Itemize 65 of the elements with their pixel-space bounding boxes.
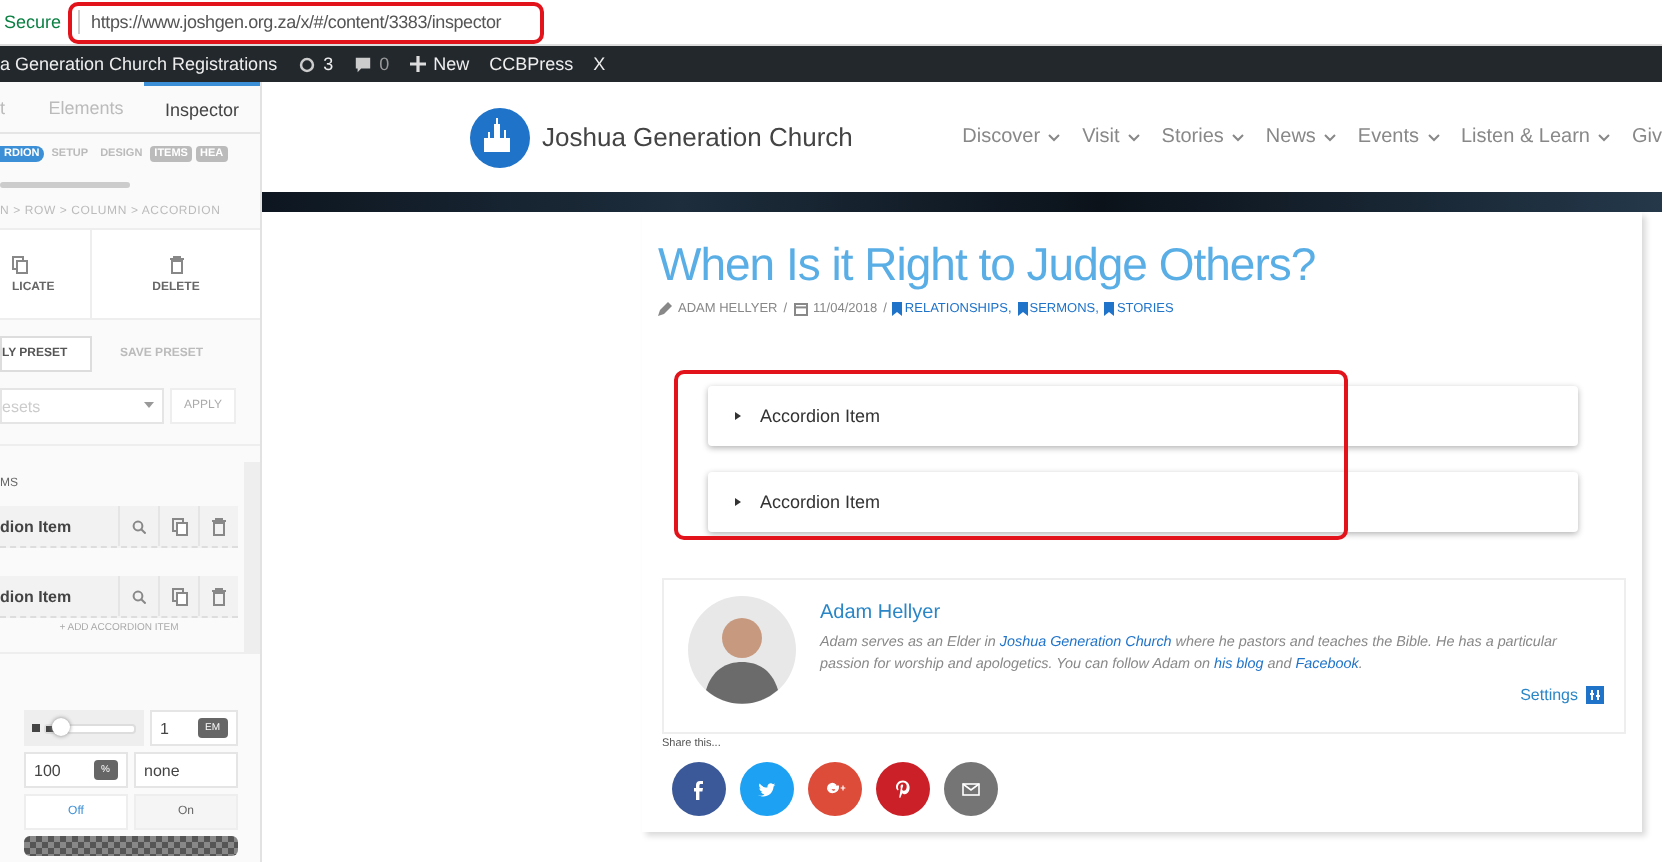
pencil-icon: [658, 302, 672, 316]
avatar-icon: [688, 596, 796, 704]
nav-link[interactable]: Listen & Learn: [1461, 126, 1610, 148]
trash-icon: [212, 587, 226, 605]
search-icon: [132, 519, 146, 533]
nav-link[interactable]: Giv: [1632, 126, 1662, 148]
share-button[interactable]: [876, 762, 930, 816]
logo-icon: [470, 107, 530, 167]
secure-label: Secure: [2, 12, 62, 32]
caret-icon: [144, 402, 154, 408]
value-text: 1: [160, 719, 169, 737]
pinterest-icon: [892, 778, 914, 800]
new-link[interactable]: New: [409, 54, 470, 74]
address-bar[interactable]: Secure https://www.joshgen.org.za/x/#/content/3383/inspector: [0, 0, 1662, 46]
value-text: 100: [34, 761, 61, 779]
slider[interactable]: [24, 710, 144, 746]
settings-link[interactable]: Settings: [1520, 686, 1604, 704]
copy-icon: [171, 587, 187, 605]
share-button[interactable]: [672, 762, 726, 816]
bookmark-icon: [892, 302, 903, 316]
search-icon: [132, 589, 146, 603]
email-icon: [960, 778, 982, 800]
accordion-item[interactable]: Accordion Item: [708, 386, 1578, 446]
comment-icon: [353, 55, 372, 73]
item-name[interactable]: dion Item: [0, 587, 118, 605]
url-text: https://www.joshgen.org.za/x/#/content/3383/inspector: [91, 12, 502, 32]
trash-icon: [212, 517, 226, 535]
twitter-icon: [756, 778, 778, 800]
share-button[interactable]: [808, 762, 862, 816]
author-name[interactable]: Adam Hellyer: [820, 602, 1604, 624]
nav-link[interactable]: Discover: [962, 126, 1061, 148]
calendar-icon: [793, 302, 808, 316]
copy-icon: [12, 255, 28, 273]
comments-link[interactable]: 0: [353, 54, 390, 74]
site-link[interactable]: a Generation Church Registrations: [0, 54, 278, 74]
refresh-icon: [297, 55, 316, 73]
accordion-item-row[interactable]: dion Item: [0, 506, 238, 548]
nav-link[interactable]: Visit: [1082, 126, 1140, 148]
updates-link[interactable]: 3: [297, 54, 334, 74]
settings-icon: [1586, 686, 1604, 704]
bookmark-icon: [1104, 302, 1115, 316]
nav-link[interactable]: Events: [1357, 126, 1439, 148]
share-button[interactable]: [944, 762, 998, 816]
accordion-item-row[interactable]: dion Item: [0, 576, 238, 618]
style-field[interactable]: none: [134, 752, 238, 788]
bookmark-icon: [1017, 302, 1028, 316]
caret-icon: [734, 498, 742, 506]
admin-bar-link[interactable]: CCBPress: [489, 54, 574, 74]
caret-icon: [734, 412, 742, 420]
scrollbar[interactable]: [0, 181, 130, 187]
nav-link[interactable]: Stories: [1161, 126, 1244, 148]
nav-link[interactable]: News: [1265, 126, 1336, 148]
trash-icon: [169, 255, 183, 273]
copy-icon: [171, 517, 187, 535]
panel-tab[interactable]: Inspector: [144, 82, 260, 132]
post-title: When Is it Right to Judge Others?: [658, 238, 1318, 292]
scrollbar[interactable]: [244, 462, 260, 652]
item-name[interactable]: dion Item: [0, 517, 118, 535]
plus-icon: [409, 56, 426, 72]
transparency-swatch[interactable]: [24, 836, 238, 856]
share-button[interactable]: [740, 762, 794, 816]
site-logo-text[interactable]: Joshua Generation Church: [542, 122, 853, 152]
accordion-item[interactable]: Accordion Item: [708, 472, 1578, 532]
admin-bar-link[interactable]: X: [593, 54, 606, 74]
slider-thumb[interactable]: [51, 717, 70, 735]
